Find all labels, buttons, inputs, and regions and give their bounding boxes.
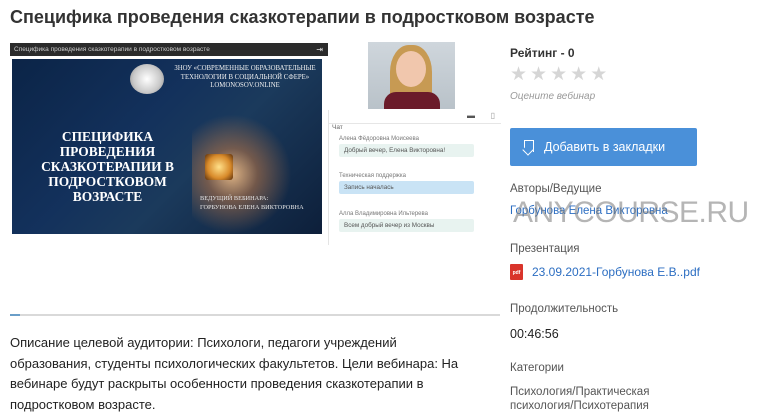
add-bookmark-button[interactable]: Добавить в закладки — [510, 128, 697, 166]
chat-tabs: ▬ ▯ — [329, 110, 501, 124]
slide-presenter-label: ВЕДУЩИЙ ВЕБИНАРА: — [200, 195, 269, 202]
chat-message-author: Техническая поддержка — [339, 173, 406, 179]
rating-label: Рейтинг - 0 — [510, 46, 575, 60]
chat-message-text: Всем добрый вечер из Москвы — [339, 219, 474, 232]
playback-progress-bar[interactable] — [10, 314, 500, 316]
webcam-body — [384, 92, 440, 109]
university-logo — [130, 64, 164, 94]
chat-message-author: Алла Владимировна Ильтерева — [339, 211, 428, 217]
star-icon[interactable]: ★ — [510, 65, 527, 85]
chat-message: Алена Фёдоровна Моисеева Добрый вечер, Е… — [339, 135, 474, 157]
rate-prompt: Оцените вебинар — [510, 91, 596, 102]
playback-progress-fill — [10, 314, 20, 316]
page-title: Специфика проведения сказкотерапии в под… — [10, 7, 595, 27]
slide-presenter: ВЕДУЩИЙ ВЕБИНАРА: ГОРБУНОВА ЕЛЕНА ВИКТОР… — [200, 195, 315, 212]
slide-organization: ЗНОУ «СОВРЕМЕННЫЕ ОБРАЗОВАТЕЛЬНЫЕ ТЕХНОЛ… — [174, 65, 316, 89]
chat-label: Чат — [332, 124, 343, 131]
presenter-webcam — [368, 42, 455, 109]
star-icon[interactable]: ★ — [570, 65, 587, 85]
webinar-player[interactable]: Специфика проведения сказкотерапии в под… — [10, 40, 501, 318]
pdf-file-icon: pdf — [510, 263, 523, 280]
slide-title: СПЕЦИФИКА ПРОВЕДЕНИЯ СКАЗКОТЕРАПИИ В ПОД… — [41, 129, 174, 204]
slide-presenter-name: ГОРБУНОВА ЕЛЕНА ВИКТОРОВНА — [200, 203, 304, 211]
watermark: ANYCOURSE.RU — [513, 196, 749, 229]
add-bookmark-label: Добавить в закладки — [544, 140, 666, 154]
category-link[interactable]: Психология/Практическая психология/Психо… — [510, 385, 680, 413]
bookmark-icon — [524, 140, 534, 152]
authors-label: Авторы/Ведущие — [510, 183, 602, 195]
player-title-bar: Специфика проведения сказкотерапии в под… — [10, 43, 328, 56]
chat-panel[interactable]: ▬ ▯ Чат Алена Фёдоровна Моисеева Добрый … — [328, 110, 501, 245]
presentation-slide: ЗНОУ «СОВРЕМЕННЫЕ ОБРАЗОВАТЕЛЬНЫЕ ТЕХНОЛ… — [12, 59, 322, 234]
presentation-file-link[interactable]: 23.09.2021-Горбунова Е.В..pdf — [532, 265, 700, 279]
chat-message-author: Алена Фёдоровна Моисеева — [339, 136, 419, 142]
exit-fullscreen-icon[interactable]: ⇥ — [316, 43, 323, 56]
webinar-description: Описание целевой аудитории: Психологи, п… — [10, 335, 459, 412]
webcam-face — [396, 51, 426, 87]
chat-message: Алла Владимировна Ильтерева Всем добрый … — [339, 210, 474, 232]
star-icon[interactable]: ★ — [590, 65, 607, 85]
duration-label: Продолжительность — [510, 303, 619, 315]
lantern-illustration — [205, 154, 233, 180]
chat-message-text: Добрый вечер, Елена Викторовна! — [339, 144, 474, 157]
star-icon[interactable]: ★ — [550, 65, 567, 85]
file-tab-icon[interactable]: ▯ — [491, 111, 495, 120]
presentation-file[interactable]: pdf 23.09.2021-Горбунова Е.В..pdf — [510, 263, 700, 281]
duration-value: 00:46:56 — [510, 327, 559, 341]
star-icon[interactable]: ★ — [530, 65, 547, 85]
rating-stars[interactable]: ★ ★ ★ ★ ★ — [510, 65, 610, 85]
player-title: Специфика проведения сказкотерапии в под… — [14, 46, 210, 53]
chat-message-text: Запись началась — [339, 181, 474, 194]
chat-message: Техническая поддержка Запись началась — [339, 172, 474, 194]
categories-label: Категории — [510, 362, 564, 374]
chat-tab-icon[interactable]: ▬ — [467, 111, 475, 120]
presentation-label: Презентация — [510, 243, 580, 255]
